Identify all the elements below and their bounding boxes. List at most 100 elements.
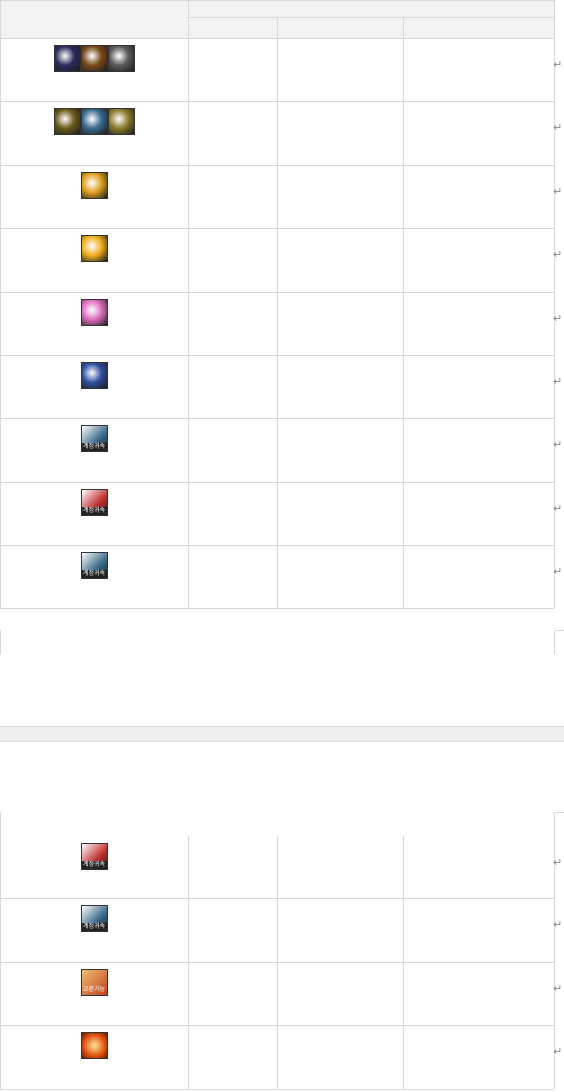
grid-line — [188, 418, 189, 482]
grid-line — [403, 962, 404, 1025]
grid-line — [0, 630, 1, 654]
grid-line — [403, 165, 404, 228]
item-icon — [80, 108, 108, 135]
return-mark: ↵ — [553, 1045, 563, 1058]
return-mark: ↵ — [553, 918, 563, 931]
item-icon — [80, 172, 108, 199]
grid-line — [403, 17, 404, 38]
grid-line — [0, 545, 1, 608]
grid-line — [277, 17, 278, 38]
grid-line — [0, 812, 1, 836]
grid-line — [0, 836, 1, 898]
return-mark: ↵ — [553, 982, 563, 995]
item-icon — [53, 45, 81, 72]
icon-caption: 계정귀속 — [81, 861, 107, 869]
icon-caption: 계정귀속 — [81, 923, 107, 931]
grid-line — [277, 898, 278, 962]
grid-line — [0, 38, 1, 101]
item-icon — [53, 108, 81, 135]
grid-line — [277, 38, 278, 101]
grid-line — [188, 17, 554, 18]
item-icon: 계정귀속 — [80, 905, 108, 932]
return-mark: ↵ — [553, 312, 563, 325]
icon-caption: 계정귀속 — [81, 507, 107, 515]
return-mark: ↵ — [553, 375, 563, 388]
grid-line — [554, 0, 555, 38]
grid-line — [403, 355, 404, 418]
grid-line — [277, 482, 278, 545]
grid-line — [0, 898, 1, 962]
grid-line — [277, 836, 278, 898]
grid-line — [554, 630, 564, 631]
return-mark: ↵ — [553, 565, 563, 578]
grid-line — [403, 545, 404, 608]
grid-line — [277, 418, 278, 482]
grid-line — [188, 355, 189, 418]
return-mark: ↵ — [553, 185, 563, 198]
grid-line — [403, 418, 404, 482]
item-icon: 계정귀속 — [80, 843, 108, 870]
icon-caption: 교환가능 — [82, 986, 106, 993]
icon-caption: 계정귀속 — [81, 570, 107, 578]
grid-line — [188, 1025, 189, 1089]
return-mark: ↵ — [553, 248, 563, 261]
grid-line — [403, 1025, 404, 1089]
grid-line — [0, 165, 1, 228]
item-icon: 교환가능 — [80, 969, 108, 996]
grid-line — [277, 165, 278, 228]
grid-line — [277, 228, 278, 292]
grid-line — [188, 165, 189, 228]
icon-caption: 계정귀속 — [81, 443, 107, 451]
grid-line — [403, 292, 404, 355]
grid-line — [0, 482, 1, 545]
item-icon — [80, 235, 108, 262]
grid-line — [554, 630, 555, 654]
item-icon: 계정귀속 — [80, 489, 108, 516]
item-icon — [107, 108, 135, 135]
grid-line — [277, 1025, 278, 1089]
item-icon: 계정귀속 — [80, 552, 108, 579]
return-mark: ↵ — [553, 58, 563, 71]
grid-line — [0, 1089, 554, 1090]
grid-line — [0, 0, 1, 38]
return-mark: ↵ — [553, 502, 563, 515]
grid-line — [0, 962, 1, 1025]
grid-line — [403, 101, 404, 165]
grid-line — [188, 292, 189, 355]
grid-line — [403, 836, 404, 898]
grid-line — [277, 545, 278, 608]
grid-line — [0, 0, 554, 1]
grid-line — [0, 228, 1, 292]
grid-line — [188, 836, 189, 898]
item-icon — [107, 45, 135, 72]
grid-line — [403, 898, 404, 962]
grid-line — [0, 355, 1, 418]
grid-line — [277, 292, 278, 355]
grid-line — [188, 101, 189, 165]
grid-line — [188, 228, 189, 292]
item-icon: 계정귀속 — [80, 425, 108, 452]
grid-line — [403, 228, 404, 292]
grid-line — [0, 1025, 1, 1089]
grid-line — [277, 101, 278, 165]
return-mark: ↵ — [553, 856, 563, 869]
grid-line — [188, 0, 189, 38]
grid-line — [188, 482, 189, 545]
item-icon — [80, 45, 108, 72]
grid-line — [554, 812, 555, 836]
grid-line — [0, 101, 1, 165]
page-break-band — [0, 726, 564, 742]
return-mark: ↵ — [553, 121, 563, 134]
item-icon — [80, 362, 108, 389]
grid-line — [0, 418, 1, 482]
grid-line — [188, 962, 189, 1025]
grid-line — [277, 962, 278, 1025]
grid-line — [0, 608, 554, 609]
item-icon — [80, 299, 108, 326]
grid-line — [188, 898, 189, 962]
grid-line — [0, 292, 1, 355]
grid-line — [403, 482, 404, 545]
item-icon — [80, 1032, 108, 1059]
return-mark: ↵ — [553, 438, 563, 451]
grid-line — [188, 38, 189, 101]
